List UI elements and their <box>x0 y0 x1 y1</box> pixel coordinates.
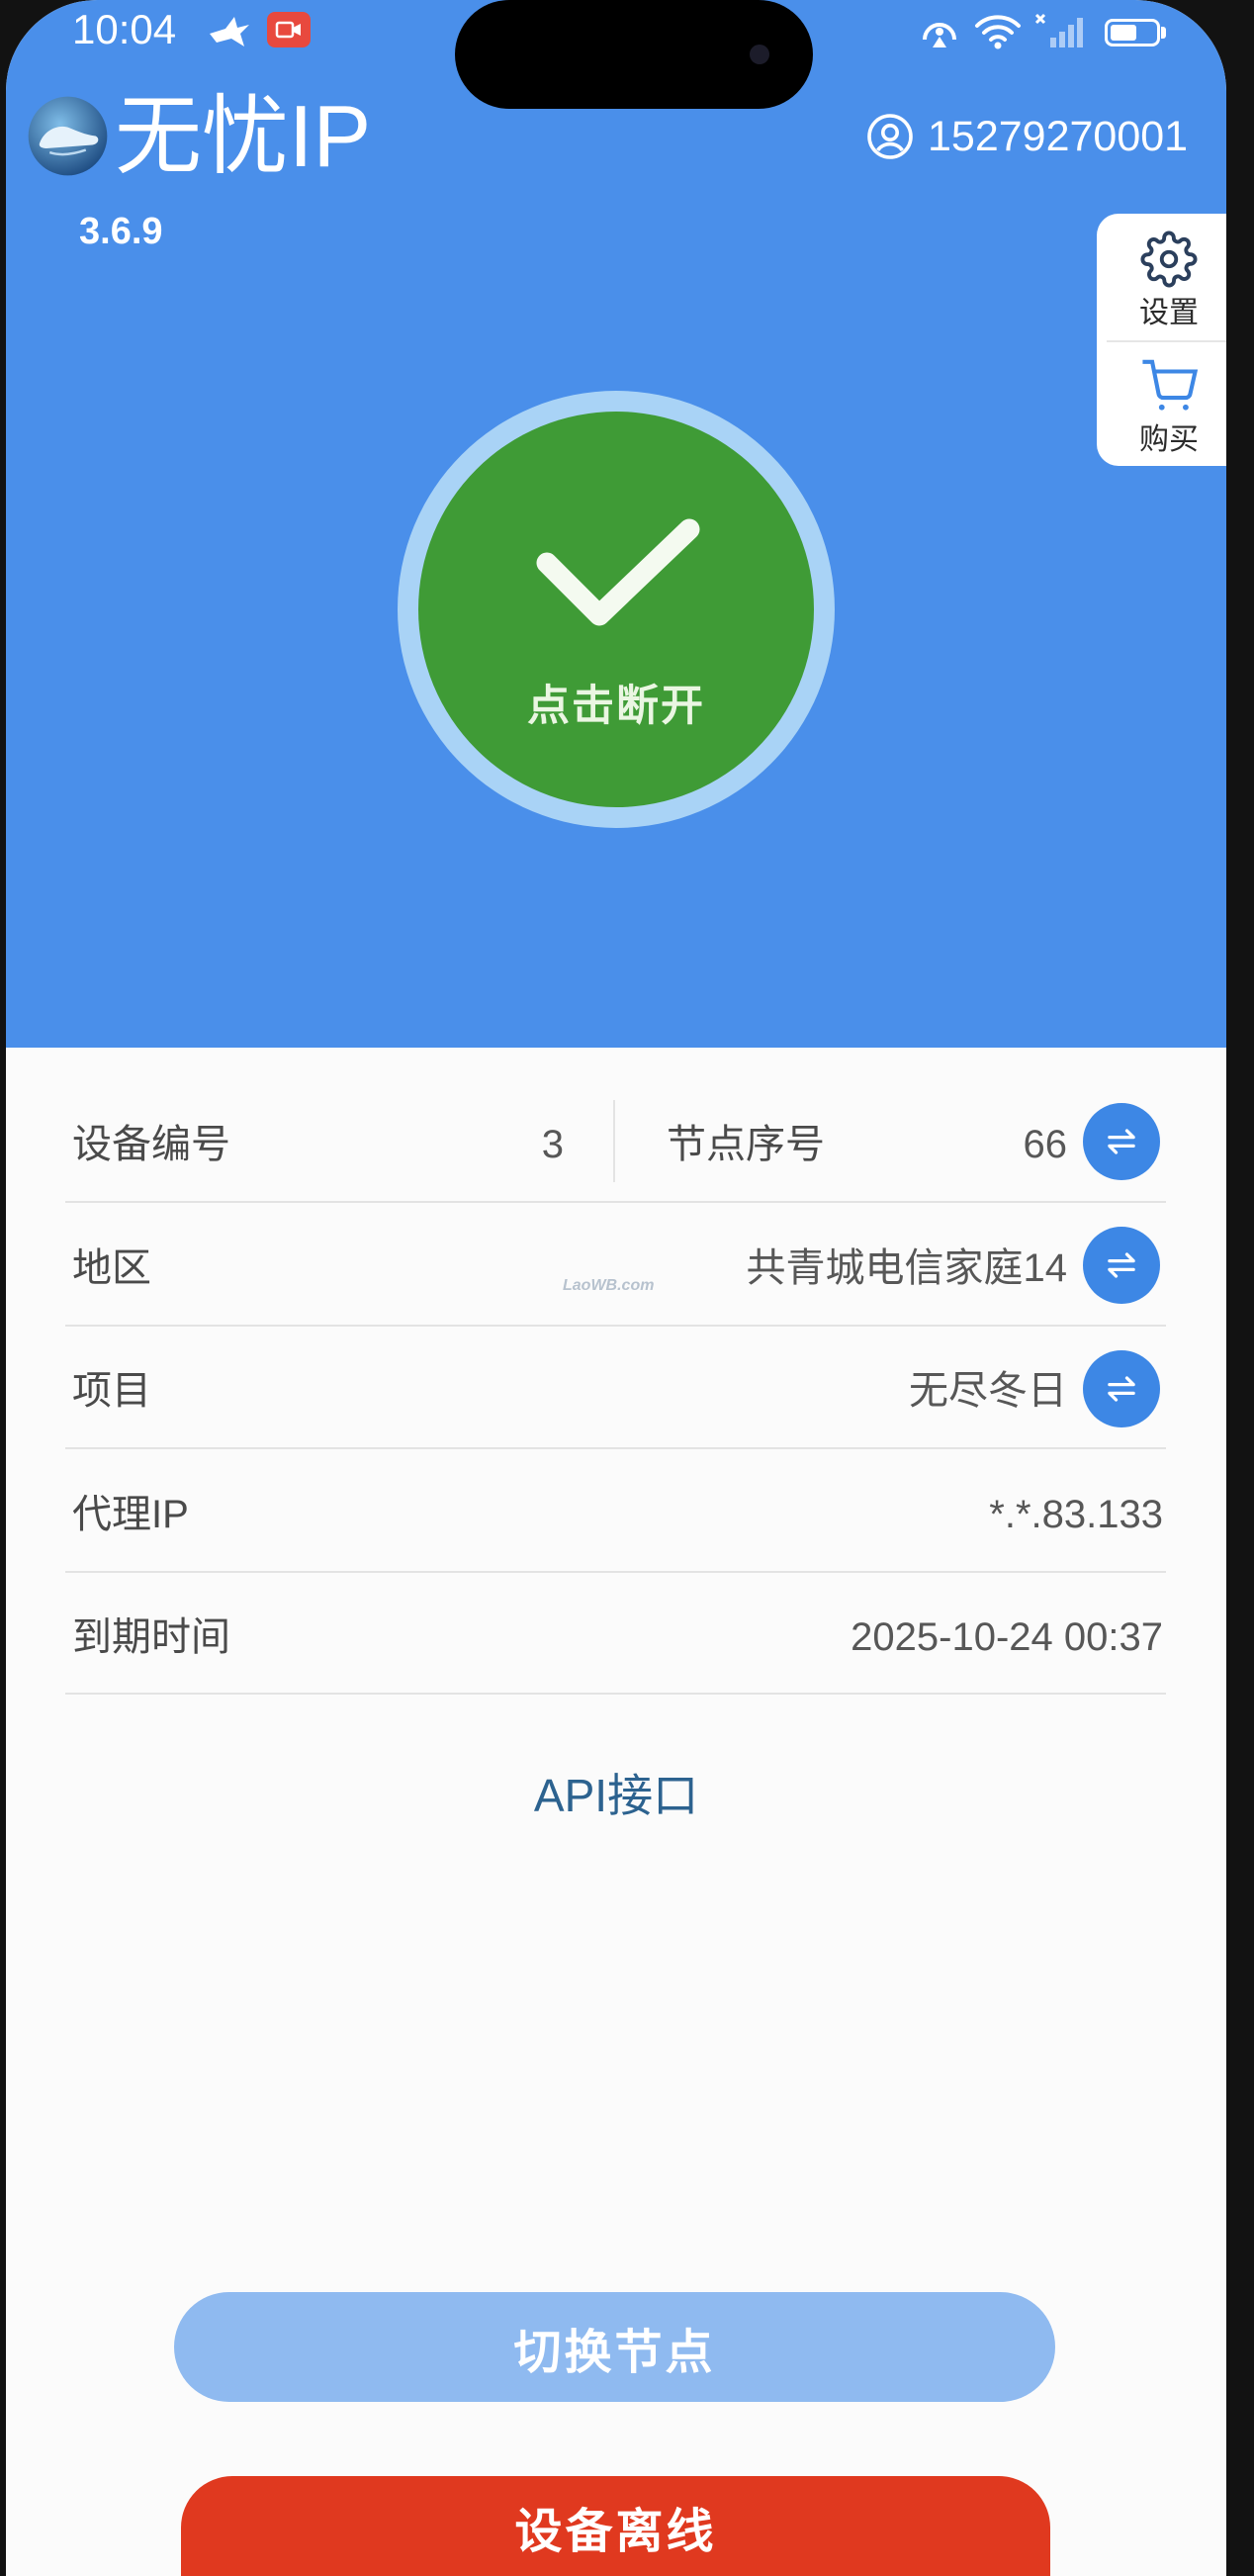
app-version: 3.6.9 <box>79 211 163 252</box>
cart-icon <box>1142 359 1198 411</box>
account-number[interactable]: 15279270001 <box>928 112 1188 161</box>
api-link[interactable]: API接口 <box>418 1771 814 1820</box>
device-offline-button[interactable]: 设备离线 <box>181 2476 1050 2576</box>
buy-label: 购买 <box>1139 423 1199 456</box>
device-number-label: 设备编号 <box>72 1123 230 1166</box>
front-camera <box>750 45 769 64</box>
row-separator <box>65 1571 1166 1573</box>
node-index-label: 节点序号 <box>667 1123 825 1166</box>
project-label: 项目 <box>72 1369 151 1413</box>
gear-icon <box>1140 230 1198 288</box>
row-separator <box>65 1201 1166 1203</box>
row-separator <box>65 1693 1166 1695</box>
proxy-ip-value: *.*.83.133 <box>989 1493 1163 1536</box>
switch-node-label: 切换节点 <box>513 2326 716 2379</box>
battery-cap <box>1161 27 1166 39</box>
proxy-ip-label: 代理IP <box>72 1493 189 1536</box>
disconnect-button[interactable]: 点击断开 <box>418 412 814 807</box>
swap-icon <box>1108 1129 1135 1154</box>
swap-icon <box>1108 1252 1135 1278</box>
region-value: 共青城电信家庭14 <box>746 1246 1068 1290</box>
bird-icon <box>210 17 249 46</box>
expiry-label: 到期时间 <box>72 1615 230 1659</box>
node-index-value: 66 <box>1023 1123 1068 1166</box>
status-time: 10:04 <box>72 6 177 52</box>
watermark: LaoWB.com <box>563 1277 655 1294</box>
project-value: 无尽冬日 <box>909 1369 1067 1413</box>
checkmark-icon <box>536 518 700 626</box>
node-index-swap-button[interactable] <box>1083 1103 1160 1180</box>
hotspot-icon <box>923 23 956 47</box>
battery-level <box>1111 25 1137 41</box>
project-swap-button[interactable] <box>1083 1350 1160 1427</box>
region-label: 地区 <box>72 1246 151 1290</box>
expiry-value: 2025-10-24 00:37 <box>851 1615 1163 1659</box>
row-separator <box>65 1447 1166 1449</box>
screen-record-icon <box>267 12 311 47</box>
signal-icon <box>1034 13 1083 47</box>
swap-icon <box>1108 1376 1135 1402</box>
row-divider-vertical <box>613 1100 615 1182</box>
user-icon[interactable] <box>866 113 914 160</box>
switch-node-button[interactable]: 切换节点 <box>174 2292 1055 2402</box>
buy-button[interactable]: 购买 <box>1097 341 1226 467</box>
row-separator <box>65 1325 1166 1327</box>
settings-button[interactable]: 设置 <box>1097 214 1226 339</box>
settings-label: 设置 <box>1139 297 1199 329</box>
app-title: 无忧IP <box>115 87 372 185</box>
device-number-value: 3 <box>541 1123 564 1166</box>
region-swap-button[interactable] <box>1083 1227 1160 1304</box>
side-panel: 设置 购买 <box>1097 214 1226 466</box>
battery-icon <box>1105 19 1160 46</box>
disconnect-label: 点击断开 <box>527 683 705 730</box>
wifi-icon <box>975 15 1021 49</box>
app-logo <box>28 96 108 176</box>
device-offline-label: 设备离线 <box>514 2505 717 2558</box>
